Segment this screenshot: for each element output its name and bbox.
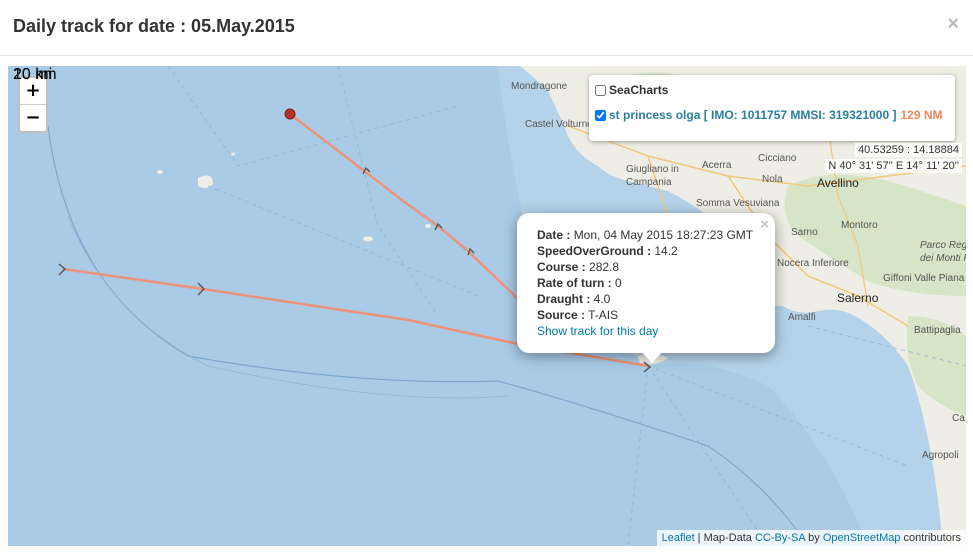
- place-label: Castel Volturno: [525, 119, 593, 130]
- place-label: Nocera Inferiore: [777, 258, 849, 269]
- popup-tip: [641, 351, 663, 363]
- coordinates-dms: N 40° 31' 57'' E 14° 11' 20'': [825, 159, 962, 173]
- place-label: Avellino: [817, 176, 859, 190]
- place-label: Acerra: [702, 160, 732, 171]
- place-label: Cicciano: [758, 153, 797, 164]
- vessel-distance: 129 NM: [900, 108, 943, 122]
- license-link[interactable]: CC-By-SA: [755, 532, 805, 544]
- map-attribution: Leaflet | Map-Data CC-By-SA by OpenStree…: [656, 530, 966, 546]
- zoom-control: + −: [18, 76, 48, 133]
- seacharts-checkbox[interactable]: [595, 84, 606, 96]
- zoom-out-button[interactable]: −: [20, 104, 46, 131]
- popup-date: Date : Mon, 04 May 2015 18:27:23 GMT: [537, 228, 754, 242]
- popup-rate-of-turn: Rate of turn : 0: [537, 276, 622, 290]
- close-icon[interactable]: ×: [947, 13, 959, 36]
- place-label: Montoro: [841, 220, 878, 231]
- leaflet-link[interactable]: Leaflet: [662, 532, 695, 544]
- place-label: Mondragone: [511, 81, 568, 92]
- layer-seacharts[interactable]: SeaCharts: [595, 83, 668, 97]
- modal-title: Daily track for date : 05.May.2015: [13, 16, 295, 36]
- place-label: Somma Vesuviana: [696, 198, 780, 209]
- place-label: Giugliano in: [626, 164, 679, 175]
- popup-draught: Draught : 4.0: [537, 292, 611, 306]
- place-label: Campania: [626, 177, 672, 188]
- map-view[interactable]: Mondragone Castel Volturno Giugliano in …: [8, 66, 966, 546]
- layers-panel: SeaCharts st princess olga [ IMO: 101175…: [589, 75, 955, 141]
- place-label: Battipaglia: [914, 325, 961, 336]
- layer-vessel-track[interactable]: st princess olga [ IMO: 1011757 MMSI: 31…: [595, 108, 943, 122]
- place-label: Giffoni Valle Piana: [883, 273, 965, 284]
- place-label: dei Monti Pic: [920, 253, 966, 264]
- place-label: Amalfi: [788, 312, 816, 323]
- seacharts-label: SeaCharts: [609, 83, 669, 97]
- coordinates-decimal: 40.53259 : 14.18884: [855, 143, 962, 157]
- show-track-link[interactable]: Show track for this day: [537, 324, 658, 338]
- vessel-popup: × Date : Mon, 04 May 2015 18:27:23 GMT S…: [517, 213, 775, 363]
- modal-header: Daily track for date : 05.May.2015 ×: [0, 0, 973, 56]
- place-label: Nola: [762, 174, 783, 185]
- place-label: Sarno: [791, 227, 818, 238]
- popup-source: Source : T-AIS: [537, 308, 619, 322]
- place-label: Parco Regio: [920, 240, 966, 251]
- popup-course: Course : 282.8: [537, 260, 620, 274]
- popup-close-icon[interactable]: ×: [760, 216, 769, 233]
- vessel-track-checkbox[interactable]: [595, 109, 606, 121]
- popup-speed: SpeedOverGround : 14.2: [537, 244, 678, 258]
- place-label: Agropoli: [922, 450, 959, 461]
- place-label: Ca: [952, 413, 965, 424]
- osm-link[interactable]: OpenStreetMap: [823, 532, 901, 544]
- vessel-label: st princess olga [ IMO: 1011757 MMSI: 31…: [609, 108, 897, 122]
- scale-mi: 10 mi: [13, 66, 53, 83]
- place-label: Salerno: [837, 291, 879, 305]
